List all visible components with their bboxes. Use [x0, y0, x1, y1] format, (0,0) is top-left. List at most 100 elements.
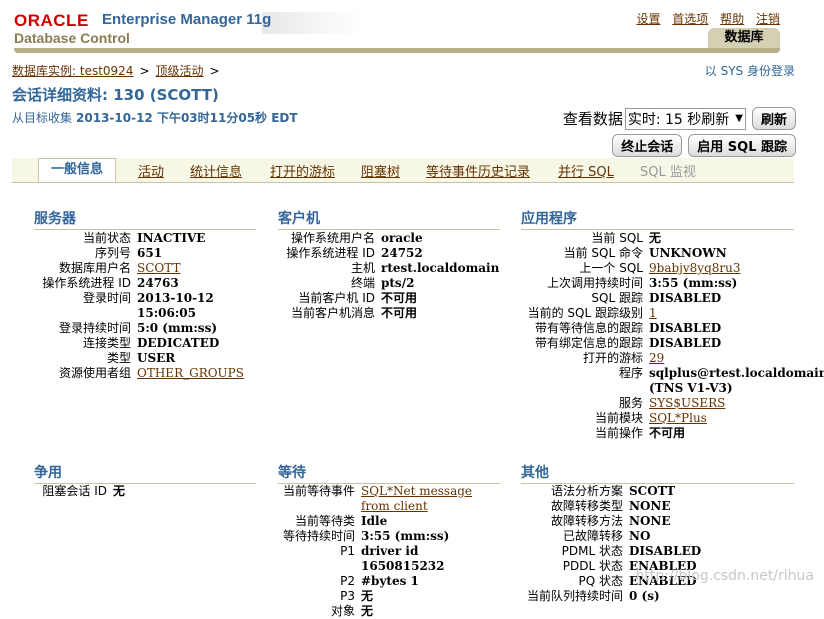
app-row: 当前操作 不可用: [521, 426, 796, 441]
server-value[interactable]: OTHER_GROUPS: [131, 366, 244, 381]
preferences-link[interactable]: 首选项: [672, 12, 708, 26]
contention-section-title: 争用: [34, 462, 256, 484]
client-label: 操作系统用户名: [290, 231, 375, 245]
contention-value: 无: [113, 484, 126, 498]
wait-value[interactable]: SQL*Net message from client: [355, 484, 500, 514]
subproduct-name: Database Control: [14, 30, 130, 46]
view-data-row: 查看数据 实时: 15 秒刷新 ▼ 刷新: [563, 107, 796, 130]
app-label: 上一个 SQL: [579, 261, 643, 275]
refresh-select[interactable]: 实时: 15 秒刷新 ▼: [624, 107, 746, 130]
refresh-select-value: 实时: 15 秒刷新: [627, 111, 730, 128]
oracle-logo: ORACLE: [14, 11, 89, 30]
other-label: PQ 状态: [578, 574, 624, 588]
client-value: 不可用: [381, 306, 418, 320]
other-label: 语法分析方案: [550, 484, 623, 498]
tab-blocking-tree[interactable]: 阻塞树: [361, 161, 400, 180]
collect-label: 从目标收集: [12, 111, 73, 125]
app-row: 服务 SYS$USERS: [521, 396, 796, 411]
client-row: 主机 rtest.localdomain: [278, 261, 500, 276]
breadcrumb: 数据库实例: test0924 > 顶级活动 >: [12, 62, 226, 79]
app-value: sqlplus@rtest.localdomain (TNS V1-V3): [649, 366, 824, 395]
other-row: 故障转移方法 NONE: [521, 514, 796, 529]
other-value: NO: [629, 529, 651, 543]
breadcrumb-top-activity[interactable]: 顶级活动: [156, 64, 204, 78]
breadcrumb-separator: >: [209, 64, 220, 78]
other-row: 已故障转移 NO: [521, 529, 796, 544]
other-label: 故障转移类型: [550, 499, 623, 513]
view-data-label: 查看数据: [562, 110, 623, 128]
setup-link[interactable]: 设置: [636, 12, 660, 26]
other-value: DISABLED: [629, 544, 702, 558]
enable-sql-trace-button[interactable]: 启用 SQL 跟踪: [688, 134, 796, 157]
server-label: 登录时间: [82, 291, 131, 305]
wait-value: 无: [361, 589, 374, 603]
database-tab[interactable]: 数据库: [708, 28, 780, 48]
server-value: INACTIVE: [137, 231, 206, 245]
app-value[interactable]: 1: [643, 306, 657, 321]
server-label: 登录持续时间: [58, 321, 131, 335]
app-row: 带有等待信息的跟踪 DISABLED: [521, 321, 796, 336]
breadcrumb-instance[interactable]: 数据库实例: test0924: [12, 64, 133, 78]
client-row: 操作系统进程 ID 24752: [278, 246, 500, 261]
app-value: DISABLED: [649, 336, 722, 350]
collect-timestamp: 2013-10-12 下午03时11分05秒 EDT: [76, 111, 298, 125]
server-label: 资源使用者组: [58, 366, 131, 380]
app-value[interactable]: SQL*Plus: [643, 411, 707, 426]
app-value[interactable]: 29: [643, 351, 664, 366]
other-row: 语法分析方案 SCOTT: [521, 484, 796, 499]
app-label: 带有绑定信息的跟踪: [534, 336, 643, 350]
wait-row: 等待持续时间 3:55 (mm:ss): [278, 529, 500, 544]
app-label: 当前模块: [594, 411, 643, 425]
other-value: 0 (s): [629, 589, 660, 603]
other-value: SCOTT: [629, 484, 676, 498]
wait-row: P1 driver id 1650815232: [278, 544, 500, 574]
app-value[interactable]: 9babjv8yq8ru3: [643, 261, 740, 276]
wait-label: P2: [340, 574, 355, 588]
wait-row: P2 #bytes 1: [278, 574, 500, 589]
tab-general[interactable]: 一般信息: [38, 158, 117, 182]
server-label: 连接类型: [82, 336, 131, 350]
client-value: pts/2: [381, 276, 415, 290]
client-label: 主机: [350, 261, 375, 275]
app-row: 当前模块 SQL*Plus: [521, 411, 796, 426]
server-row: 类型 USER: [34, 351, 256, 366]
app-row: 上次调用持续时间 3:55 (mm:ss): [521, 276, 796, 291]
wait-label: 当前等待类: [294, 514, 355, 528]
app-label: 当前 SQL 命令: [563, 246, 643, 260]
app-label: 当前的 SQL 跟踪级别: [527, 306, 643, 320]
logout-link[interactable]: 注销: [756, 12, 780, 26]
client-value: 24752: [381, 246, 423, 260]
tab-statistics[interactable]: 统计信息: [190, 161, 242, 180]
server-value[interactable]: SCOTT: [131, 261, 180, 276]
other-label: 已故障转移: [562, 529, 623, 543]
wait-label: P1: [340, 544, 355, 558]
other-label: PDDL 状态: [562, 559, 623, 573]
server-row: 资源使用者组 OTHER_GROUPS: [34, 366, 256, 381]
server-details: 当前状态 INACTIVE 序列号 651 数据库用户名 SCOTT 操作系统进程 ID 24…: [34, 231, 256, 381]
tab-open-cursors[interactable]: 打开的游标: [270, 161, 335, 180]
kill-session-button[interactable]: 终止会话: [612, 134, 683, 157]
server-value: 651: [137, 246, 163, 260]
tab-activity[interactable]: 活动: [138, 161, 164, 180]
client-label: 当前客户机消息: [290, 306, 375, 320]
app-value[interactable]: SYS$USERS: [643, 396, 725, 411]
other-row: PDML 状态 DISABLED: [521, 544, 796, 559]
other-value: NONE: [629, 499, 671, 513]
help-link[interactable]: 帮助: [720, 12, 744, 26]
server-row: 登录时间 2013-10-12 15:06:05: [34, 291, 256, 321]
wait-label: 当前等待事件: [282, 484, 355, 498]
refresh-button[interactable]: 刷新: [751, 107, 796, 130]
server-row: 操作系统进程 ID 24763: [34, 276, 256, 291]
contention-row: 阻塞会话 ID 无: [34, 484, 256, 499]
tab-wait-history[interactable]: 等待事件历史记录: [426, 161, 530, 180]
app-row: 程序 sqlplus@rtest.localdomain (TNS V1-V3): [521, 366, 824, 396]
chevron-down-icon: ▼: [735, 113, 743, 124]
app-value: DISABLED: [649, 291, 722, 305]
other-section-title: 其他: [521, 462, 794, 484]
server-label: 序列号: [94, 246, 131, 260]
client-label: 操作系统进程 ID: [286, 246, 375, 260]
app-row: 当前 SQL 无: [521, 231, 796, 246]
tab-parallel-sql[interactable]: 并行 SQL: [558, 161, 614, 180]
wait-value: #bytes 1: [361, 574, 419, 588]
server-row: 登录持续时间 5:0 (mm:ss): [34, 321, 256, 336]
